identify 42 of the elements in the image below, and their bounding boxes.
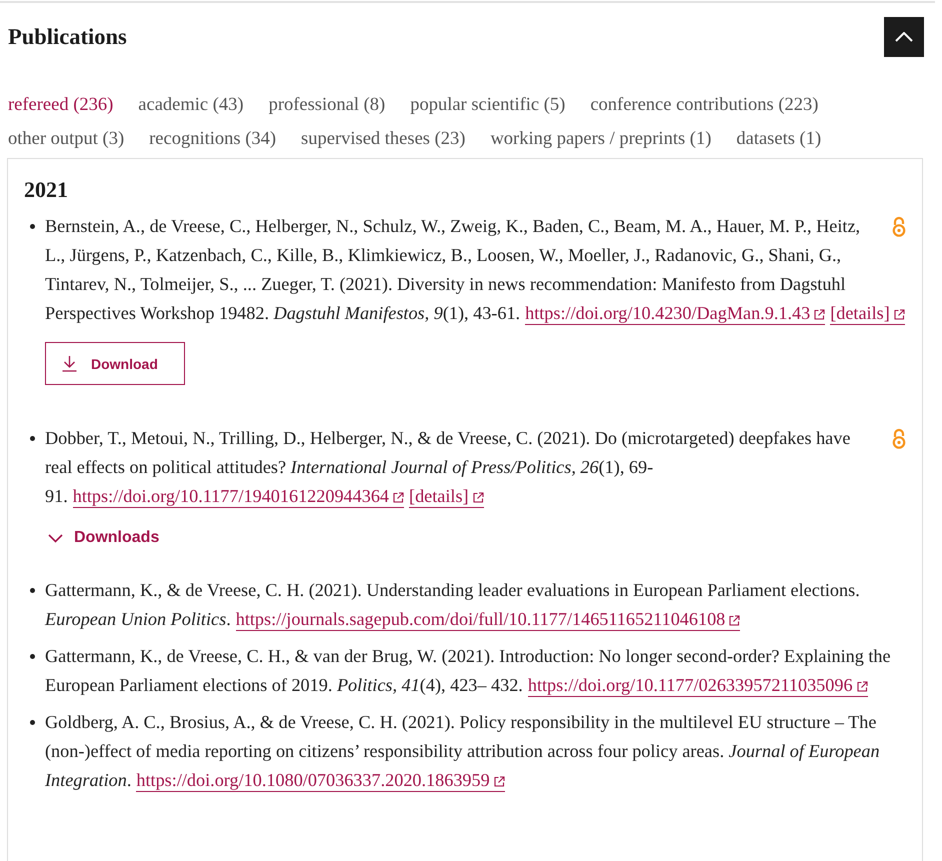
bullet-icon [30,720,35,725]
external-link-icon [894,309,905,320]
filter-tab[interactable]: recognitions (34) [149,122,276,156]
collapse-button[interactable] [884,17,924,57]
filter-tab[interactable]: working papers / preprints (1) [490,122,712,156]
citation-link[interactable]: https://doi.org/10.1080/07036337.2020.1863959 [136,770,505,792]
bullet-icon [30,436,35,441]
bullet-icon [30,588,35,593]
filter-tab[interactable]: popular scientific (5) [410,88,566,122]
chevron-icon [48,534,63,542]
citation-link[interactable]: https://doi.org/10.4230/DagMan.9.1.43 [525,303,826,325]
citation-text: Gattermann, K., de Vreese, C. H., & van der Brug, W. (2021). Introduction: No longer second-order? Explaining the European Parliament elections of 2019. Politics, 41(4), 423– 432. https://doi.org/10.1177/02633957211035096 [45,645,892,699]
external-link-icon [494,776,505,787]
citation-text: Dobber, T., Metoui, N., Trilling, D., Helberger, N., & de Vreese, C. (2021). Do (microtargeted) deepfakes have real effects on political attitudes? International Journal of Press/Politics, 26(1), 69-91. https://doi.org/10.1177/1940161220944364 [details] [45,427,852,510]
filter-tab[interactable]: datasets (1) [736,122,822,156]
citation-text: Goldberg, A. C., Brosius, A., & de Vreese, C. H. (2021). Policy responsibility in the multilevel EU structure – The (non-)effect of media reporting on citizens’ responsibility attribution across four policy areas. Journal of European Integration. https://doi.org/10.1080/07036337.2020.1863959 [45,711,881,794]
external-link-icon [814,309,826,320]
filter-tab[interactable]: professional (8) [268,88,386,122]
external-link-icon [472,492,484,503]
citation-link[interactable]: https://doi.org/10.1177/1940161220944364 [72,486,404,508]
citation-link[interactable]: [details] [409,486,484,508]
citation-link[interactable]: https://journals.sagepub.com/doi/full/10.1177/14651165211046108 [236,609,740,631]
filter-tab[interactable]: supervised theses (23) [301,122,466,156]
external-link-icon [856,681,868,692]
download-button[interactable]: Download [45,342,185,385]
filter-tab[interactable]: conference contributions (223) [590,88,818,122]
bullet-icon [30,224,35,229]
year-heading: 2021 [24,176,69,204]
citation-link[interactable]: https://doi.org/10.1177/02633957211035096 [528,675,868,697]
citation-link[interactable]: [details] [830,303,905,325]
section-title: Publications [8,24,127,50]
filter-tab[interactable]: academic (43) [138,88,244,122]
external-link-icon [729,615,740,626]
filter-tab[interactable]: other output (3) [8,122,124,156]
citation-text: Bernstein, A., de Vreese, C., Helberger, N., Schulz, W., Zweig, K., Baden, C., Beam, M. A., Hauer, M. P., Heitz, L., Jürgens, P., Katzenbach, C., Kille, B., Klimkiewicz, B., Loosen, W., Moeller, J., Radanovic, G., Shani, G., Tintarev, N., Tolmeijer, S., ... Zueger, T. (2021). Diversity in news recommendation: Manifesto from Dagstuhl Perspectives Workshop 19482. Dagstuhl Manifestos, 9(1), 43-61. https://doi.org/10.4230/DagMan.9.1.43 [details] [45,212,906,328]
filter-tab[interactable]: refereed (236) [8,88,114,122]
chevron-icon [895,32,913,42]
external-link-icon [393,492,404,503]
bullet-icon [30,654,35,659]
downloads-toggle[interactable]: Downloads [48,526,160,550]
download-icon [62,355,77,372]
citation-text: Gattermann, K., & de Vreese, C. H. (2021). Understanding leader evaluations in European Parliament elections. European Union Politics. https://journals.sagepub.com/doi/full/10.1177/14651165211046108 [45,579,861,633]
